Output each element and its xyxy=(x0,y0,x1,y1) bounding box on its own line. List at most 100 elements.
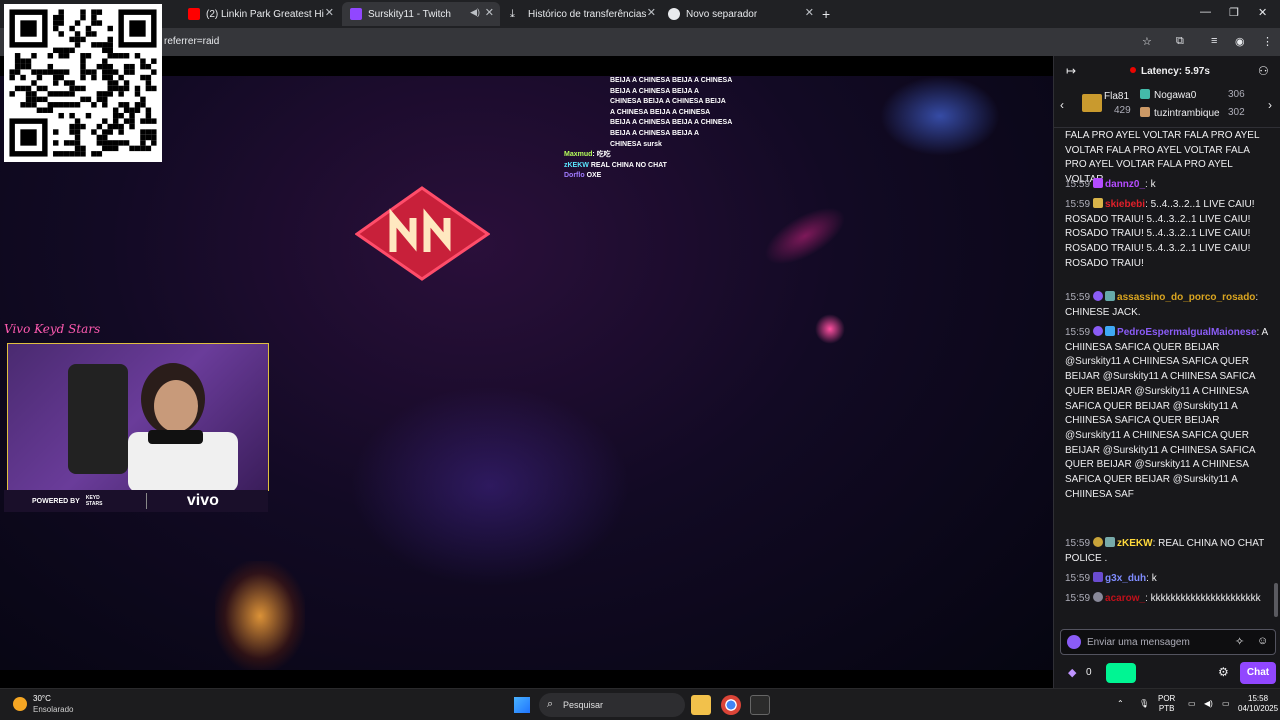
close-tab-icon[interactable]: ✕ xyxy=(647,6,656,19)
chat-username[interactable]: dannz0_ xyxy=(1105,179,1145,190)
badge-icon xyxy=(1105,537,1116,547)
chat-message: 15:59 zKEKW: REAL CHINA NO CHAT POLICE . xyxy=(1065,537,1270,566)
leaderboard-entry[interactable]: 429 xyxy=(1104,105,1131,116)
collapse-chat-icon[interactable]: ↦ xyxy=(1066,64,1076,78)
tab-label: (2) Linkin Park Greatest Hits 202 xyxy=(206,8,324,20)
profile-icon[interactable]: ◉ xyxy=(1235,35,1245,48)
chevron-right-icon[interactable]: › xyxy=(1268,98,1272,112)
chat-username[interactable]: PedroEspermalgualMaionese xyxy=(1117,327,1257,338)
restore-button[interactable]: ❐ xyxy=(1229,6,1239,19)
microphone-icon[interactable]: 🎙 xyxy=(1139,699,1149,709)
gear-icon[interactable]: ⚙ xyxy=(1218,665,1229,679)
stage-light xyxy=(350,386,630,586)
battery-icon[interactable]: ▭ xyxy=(1222,699,1230,709)
close-tab-icon[interactable]: ✕ xyxy=(485,6,494,19)
leaderboard-name: Fla81 xyxy=(1104,91,1130,102)
channel-points-icon[interactable]: ◆ xyxy=(1068,666,1076,679)
tab-youtube[interactable]: (2) Linkin Park Greatest Hits 202 ✕ xyxy=(180,2,340,26)
gift-icon xyxy=(1082,94,1102,112)
tab-twitch[interactable]: Surskity11 - Twitch ◀) ✕ xyxy=(342,2,500,26)
close-tab-icon[interactable]: ✕ xyxy=(325,6,334,19)
chat-panel: ↦ Latency: 5.97s ⚇ ‹ Fla81 429 Nogawa0 3… xyxy=(1053,56,1280,688)
overlay-username: Maxmud xyxy=(564,151,593,159)
windows-start-button[interactable] xyxy=(514,697,530,713)
browser-tab-bar: (2) Linkin Park Greatest Hits 202 ✕ Surs… xyxy=(0,0,1280,28)
webcam-script-title: Vivo Keyd Stars xyxy=(4,322,101,336)
taskbar-search[interactable]: ⌕ Pesquisar xyxy=(539,693,685,717)
leaderboard-name: Nogawa0 xyxy=(1154,90,1197,101)
chat-message-list: FALA PRO AYEL VOLTAR FALA PRO AYEL VOLTA… xyxy=(1065,129,1270,627)
media-control-icon[interactable]: ≡ xyxy=(1211,35,1217,47)
overlay-message: OXE xyxy=(586,172,602,180)
tab-new[interactable]: Novo separador ✕ xyxy=(660,2,820,26)
emote-picker-icon[interactable]: ☺ xyxy=(1257,635,1268,647)
chat-username[interactable]: g3x_duh xyxy=(1105,573,1146,584)
extensions-icon[interactable]: ⧉ xyxy=(1176,35,1184,48)
tab-label: Surskity11 - Twitch xyxy=(368,8,451,20)
bits-icon[interactable]: ✧ xyxy=(1235,635,1244,648)
community-icon[interactable]: ⚇ xyxy=(1258,64,1269,78)
overlay-chat-line: CHINESA sursk xyxy=(610,140,662,148)
streamer-figure xyxy=(68,363,238,490)
powered-by-label: POWERED BY xyxy=(32,497,80,505)
leaderboard-entry[interactable]: Fla81 xyxy=(1104,91,1129,102)
lang-top: POR xyxy=(1158,694,1176,703)
speaker-icon[interactable]: ◀) xyxy=(470,7,480,18)
sun-icon[interactable] xyxy=(13,697,27,711)
terminal-icon[interactable] xyxy=(750,695,770,715)
clock-time: 15:58 xyxy=(1248,694,1269,703)
chat-message: 15:59 PedroEspermalgualMaionese: A CHIINE… xyxy=(1065,326,1270,502)
chrome-icon[interactable] xyxy=(721,695,741,715)
volume-icon[interactable]: ◀) xyxy=(1204,699,1213,709)
tab-label: Novo separador xyxy=(686,8,758,20)
chevron-up-icon[interactable]: ⌃ xyxy=(1117,699,1124,709)
leaderboard-count: 306 xyxy=(1228,89,1245,100)
overlay-chat-line: BEIJA A CHINESA BEIJA A CHINESA xyxy=(610,77,733,84)
avatar xyxy=(1140,107,1150,117)
file-explorer-icon[interactable] xyxy=(691,695,711,715)
minimize-button[interactable]: — xyxy=(1200,6,1211,18)
weather-desc[interactable]: Ensolarado xyxy=(33,705,73,714)
menu-kebab-icon[interactable]: ⋮ xyxy=(1262,35,1273,48)
message-text: : kkkkkkkkkkkkkkkkkkkkkk xyxy=(1145,593,1261,604)
chat-username[interactable]: skiebebi xyxy=(1105,199,1145,210)
close-tab-icon[interactable]: ✕ xyxy=(805,6,814,19)
tab-downloads[interactable]: ⤓ Histórico de transferências ✕ xyxy=(502,2,662,26)
leaderboard: ‹ Fla81 429 Nogawa0 306 tuzintrambique 3… xyxy=(1054,86,1280,128)
overlay-message: REAL CHINA NO CHAT xyxy=(590,161,667,169)
chat-input-box: ✧ ☺ xyxy=(1060,629,1276,655)
chat-username[interactable]: assassino_do_porco_rosado xyxy=(1117,292,1255,303)
close-window-button[interactable]: ✕ xyxy=(1258,6,1267,19)
team-logo: KEYD STARS xyxy=(85,495,103,507)
latency-text: Latency: 5.97s xyxy=(1141,66,1210,77)
network-icon[interactable]: ▭ xyxy=(1188,699,1196,709)
chat-message-input[interactable] xyxy=(1087,635,1237,649)
leaderboard-name: tuzintrambique xyxy=(1154,108,1220,119)
chevron-left-icon[interactable]: ‹ xyxy=(1060,98,1064,112)
overlay-chat-line: BEIJA A CHINESA BEIJA A xyxy=(610,130,700,137)
claim-points-button[interactable] xyxy=(1106,663,1136,683)
bookmark-star-icon[interactable]: ☆ xyxy=(1142,35,1152,48)
chat-username[interactable]: zKEKW xyxy=(1117,538,1153,549)
leaderboard-entry[interactable]: tuzintrambique xyxy=(1140,107,1220,119)
chat-scrollbar[interactable] xyxy=(1274,583,1278,617)
clock[interactable]: 15:58 04/10/2025 xyxy=(1238,694,1278,714)
avatar xyxy=(1067,635,1081,649)
language-indicator[interactable]: POR PTB xyxy=(1158,694,1175,714)
badge-icon xyxy=(1093,291,1104,301)
leaderboard-count: 302 xyxy=(1228,107,1245,118)
vivo-logo: vivo xyxy=(186,492,219,509)
overlay-chat-line: Dorflo OXE xyxy=(564,171,601,182)
chat-message: 15:59 dannz0_: k xyxy=(1065,178,1270,193)
overlay-chat-line: CHINESA BEIJA A CHINESA BEIJA xyxy=(610,98,726,106)
new-tab-button[interactable]: + xyxy=(822,6,830,22)
weather-temp[interactable]: 30°C xyxy=(33,694,51,703)
search-label: Pesquisar xyxy=(563,700,604,710)
chat-username[interactable]: acarow_ xyxy=(1105,593,1145,604)
url-text[interactable]: referrer=raid xyxy=(164,36,219,47)
tab-label: Histórico de transferências xyxy=(528,8,647,20)
lang-bottom: PTB xyxy=(1158,704,1175,713)
chat-message: 15:59 g3x_duh: k xyxy=(1065,572,1270,587)
leaderboard-entry[interactable]: Nogawa0 xyxy=(1140,89,1196,101)
send-chat-button[interactable]: Chat xyxy=(1240,662,1276,684)
